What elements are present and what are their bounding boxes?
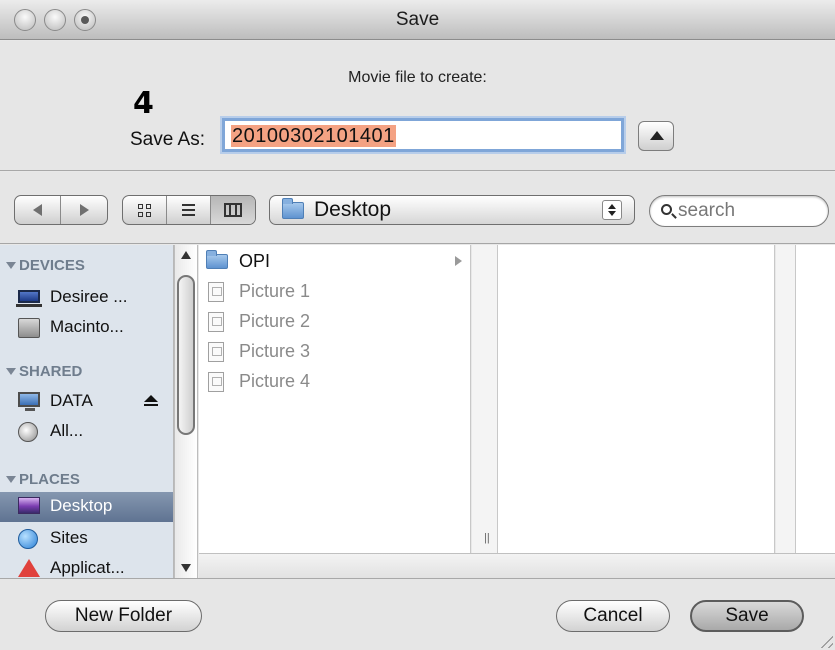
sidebar-heading-places[interactable]: PLACES — [6, 471, 80, 488]
column-divider[interactable] — [776, 245, 795, 553]
forward-arrow-icon — [79, 204, 89, 216]
save-as-value: 20100302101401 — [231, 125, 396, 147]
horizontal-scrollbar[interactable] — [199, 553, 835, 578]
network-icon — [18, 422, 38, 442]
sidebar-item-label: Sites — [50, 528, 88, 547]
image-file-icon — [208, 282, 224, 302]
sidebar: DEVICES Desiree ... Macinto... SHARED DA… — [0, 245, 174, 578]
cancel-button[interactable]: Cancel — [556, 600, 670, 632]
sidebar-scrollbar[interactable] — [174, 245, 198, 578]
save-dialog: Save Movie file to create: 4 Save As: 20… — [0, 0, 835, 650]
sidebar-heading-shared[interactable]: SHARED — [6, 363, 82, 380]
step-number: 4 — [133, 86, 154, 121]
sidebar-item-desiree[interactable]: Desiree ... — [0, 283, 173, 313]
file-name: OPI — [239, 251, 271, 271]
globe-icon — [18, 529, 38, 549]
file-name: Picture 2 — [239, 311, 311, 331]
disclosure-triangle-icon — [6, 368, 16, 375]
location-label: Desktop — [314, 198, 392, 221]
sidebar-item-label: Desiree ... — [50, 287, 128, 306]
sidebar-item-macintosh[interactable]: Macinto... — [0, 313, 173, 343]
sidebar-item-label: Desktop — [50, 496, 113, 515]
icon-view-icon — [138, 203, 151, 217]
image-file-icon — [208, 372, 224, 392]
sidebar-item-data[interactable]: DATA — [0, 387, 173, 417]
disclosure-arrow-icon — [455, 256, 462, 266]
search-field[interactable] — [649, 195, 829, 227]
scroll-down-arrow-icon[interactable] — [181, 564, 191, 572]
dialog-prompt: Movie file to create: — [348, 69, 487, 86]
browser-column-3 — [795, 245, 835, 553]
sidebar-heading-devices[interactable]: DEVICES — [6, 257, 85, 274]
dialog-footer: New Folder Cancel Save — [0, 578, 835, 650]
browser-toolbar: Desktop — [0, 172, 835, 244]
collapse-dialog-button[interactable] — [638, 121, 674, 151]
popup-arrows-icon — [602, 200, 622, 220]
search-icon — [661, 204, 672, 215]
file-row-picture-1[interactable]: Picture 1 — [199, 277, 471, 307]
file-row-picture-3[interactable]: Picture 3 — [199, 337, 471, 367]
column-view-button[interactable] — [211, 196, 255, 224]
browser-column-1: OPI Picture 1 Picture 2 Picture 3 Pictur… — [199, 245, 471, 553]
column-resize-handle-icon[interactable]: || — [484, 532, 490, 544]
scroll-up-arrow-icon[interactable] — [181, 251, 191, 259]
eject-icon[interactable] — [144, 395, 158, 406]
image-file-icon — [208, 312, 224, 332]
resize-grip-icon[interactable] — [817, 632, 833, 648]
save-header: Movie file to create: 4 Save As: 2010030… — [0, 41, 835, 171]
disclosure-triangle-icon — [6, 262, 16, 269]
save-button[interactable]: Save — [690, 600, 804, 632]
scroll-thumb[interactable] — [177, 275, 195, 435]
column-divider[interactable] — [472, 245, 497, 553]
applications-icon — [18, 559, 40, 577]
file-name: Picture 1 — [239, 281, 311, 301]
disclosure-triangle-icon — [6, 476, 16, 483]
save-as-field[interactable]: 20100302101401 — [222, 118, 624, 152]
sidebar-item-label: All... — [50, 421, 84, 440]
folder-icon — [282, 198, 304, 219]
search-input[interactable] — [678, 199, 818, 223]
sidebar-item-all[interactable]: All... — [0, 417, 173, 447]
file-row-picture-4[interactable]: Picture 4 — [199, 367, 471, 397]
file-name: Picture 3 — [239, 341, 311, 361]
list-view-icon — [182, 204, 195, 216]
sidebar-item-sites[interactable]: Sites — [0, 524, 173, 554]
file-name: Picture 4 — [239, 371, 311, 391]
location-popup[interactable]: Desktop — [269, 195, 635, 225]
laptop-icon — [16, 290, 42, 307]
folder-icon — [206, 250, 228, 269]
list-view-button[interactable] — [167, 196, 211, 224]
sidebar-item-label: Macinto... — [50, 317, 124, 336]
title-bar: Save — [0, 0, 835, 40]
back-button[interactable] — [15, 196, 61, 224]
browser-column-2 — [497, 245, 775, 553]
new-folder-button[interactable]: New Folder — [45, 600, 202, 632]
view-mode-control — [122, 195, 256, 225]
sidebar-item-label: Applicat... — [50, 558, 125, 577]
back-forward-control — [14, 195, 108, 225]
sidebar-item-label: DATA — [50, 391, 93, 410]
file-row-opi[interactable]: OPI — [199, 247, 471, 277]
image-file-icon — [208, 342, 224, 362]
back-arrow-icon — [33, 204, 42, 216]
window-title: Save — [395, 9, 440, 30]
monitor-icon — [18, 392, 40, 411]
sidebar-item-desktop[interactable]: Desktop — [0, 492, 173, 522]
save-as-label: Save As: — [130, 129, 205, 150]
hard-drive-icon — [18, 318, 40, 338]
desktop-icon — [18, 497, 40, 514]
column-view-icon — [224, 203, 242, 217]
file-row-picture-2[interactable]: Picture 2 — [199, 307, 471, 337]
forward-button[interactable] — [61, 196, 107, 224]
sidebar-item-applications[interactable]: Applicat... — [0, 554, 173, 578]
icon-view-button[interactable] — [123, 196, 167, 224]
